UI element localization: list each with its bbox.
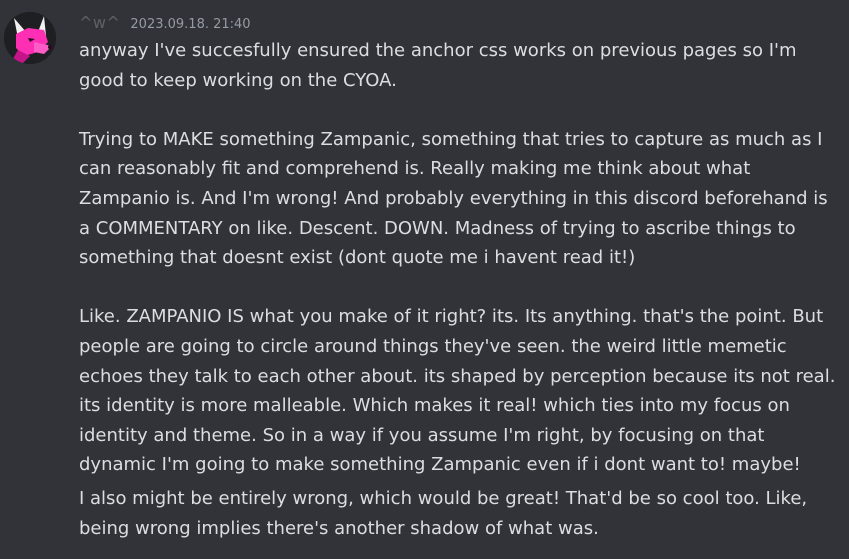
message-header: ^w^ 2023.09.18. 21:40 [79,10,841,36]
message-text: anyway I've succesfully ensured the anch… [79,40,836,476]
message-text: I also might be entirely wrong, which wo… [79,487,813,539]
user-avatar[interactable] [4,12,56,64]
timestamp[interactable]: 2023.09.18. 21:40 [130,12,250,38]
username[interactable]: ^w^ [79,10,120,36]
pink-wolf-avatar-icon [4,12,56,64]
message-group: ^w^ 2023.09.18. 21:40 anyway I've succes… [0,0,849,559]
